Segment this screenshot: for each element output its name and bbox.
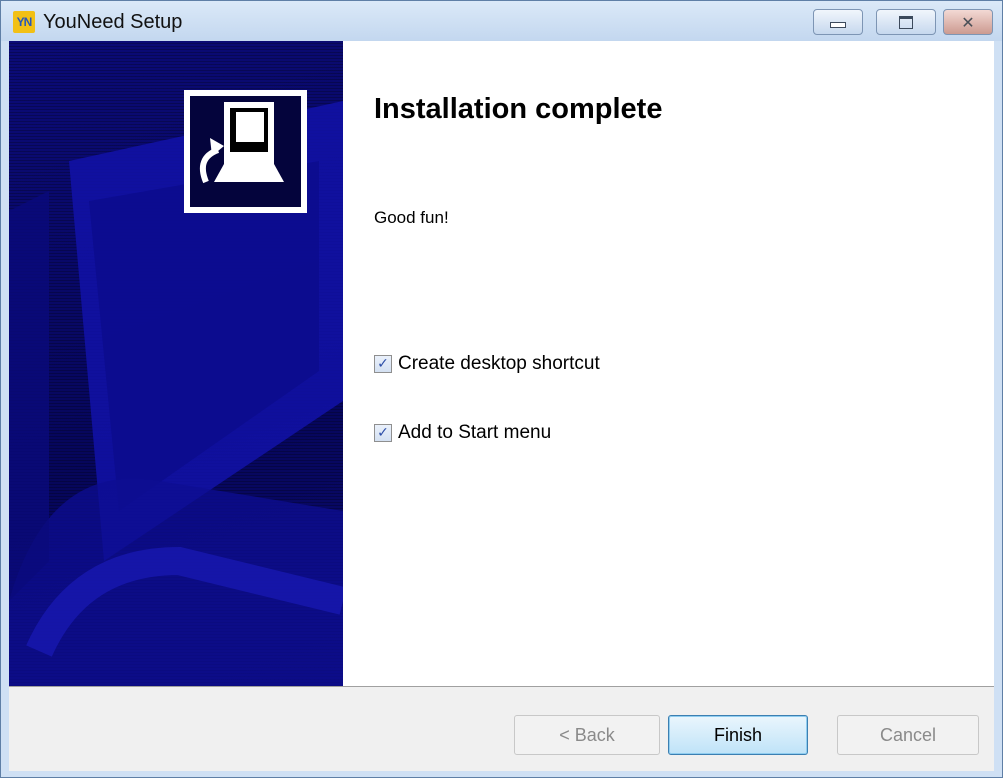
- checkmark-icon: ✓: [377, 425, 389, 441]
- cancel-button[interactable]: Cancel: [837, 715, 979, 755]
- window-title: YouNeed Setup: [43, 11, 183, 33]
- setup-window: YN YouNeed Setup ✕ Installation complete…: [0, 0, 1003, 778]
- youneed-app-icon: YN: [13, 11, 35, 33]
- computer-setup-icon: [184, 90, 307, 213]
- start-menu-label[interactable]: Add to Start menu: [398, 422, 551, 444]
- app-icon-text: YN: [16, 15, 33, 29]
- minimize-icon: [830, 22, 846, 28]
- minimize-button[interactable]: [813, 9, 863, 35]
- desktop-shortcut-option[interactable]: ✓ Create desktop shortcut: [374, 353, 600, 375]
- wizard-content-panel: Installation complete Good fun! ✓ Create…: [343, 41, 994, 686]
- maximize-button[interactable]: [876, 9, 936, 35]
- computer-icon: [200, 102, 284, 184]
- close-icon: ✕: [961, 12, 975, 32]
- finish-button[interactable]: Finish: [668, 715, 808, 755]
- back-button[interactable]: < Back: [514, 715, 660, 755]
- setup-icon-frame: [190, 96, 301, 207]
- page-title: Installation complete: [374, 93, 663, 125]
- wizard-client-area: Installation complete Good fun! ✓ Create…: [9, 41, 994, 771]
- title-bar[interactable]: YN YouNeed Setup ✕: [1, 1, 1002, 41]
- completion-message: Good fun!: [374, 208, 449, 227]
- close-button[interactable]: ✕: [943, 9, 993, 35]
- checkmark-icon: ✓: [377, 356, 389, 372]
- start-menu-option[interactable]: ✓ Add to Start menu: [374, 422, 551, 444]
- wizard-banner: [9, 41, 343, 686]
- desktop-shortcut-label[interactable]: Create desktop shortcut: [398, 353, 600, 375]
- desktop-shortcut-checkbox[interactable]: ✓: [374, 355, 392, 373]
- maximize-icon: [899, 15, 913, 29]
- button-bar-divider: [9, 686, 994, 687]
- start-menu-checkbox[interactable]: ✓: [374, 424, 392, 442]
